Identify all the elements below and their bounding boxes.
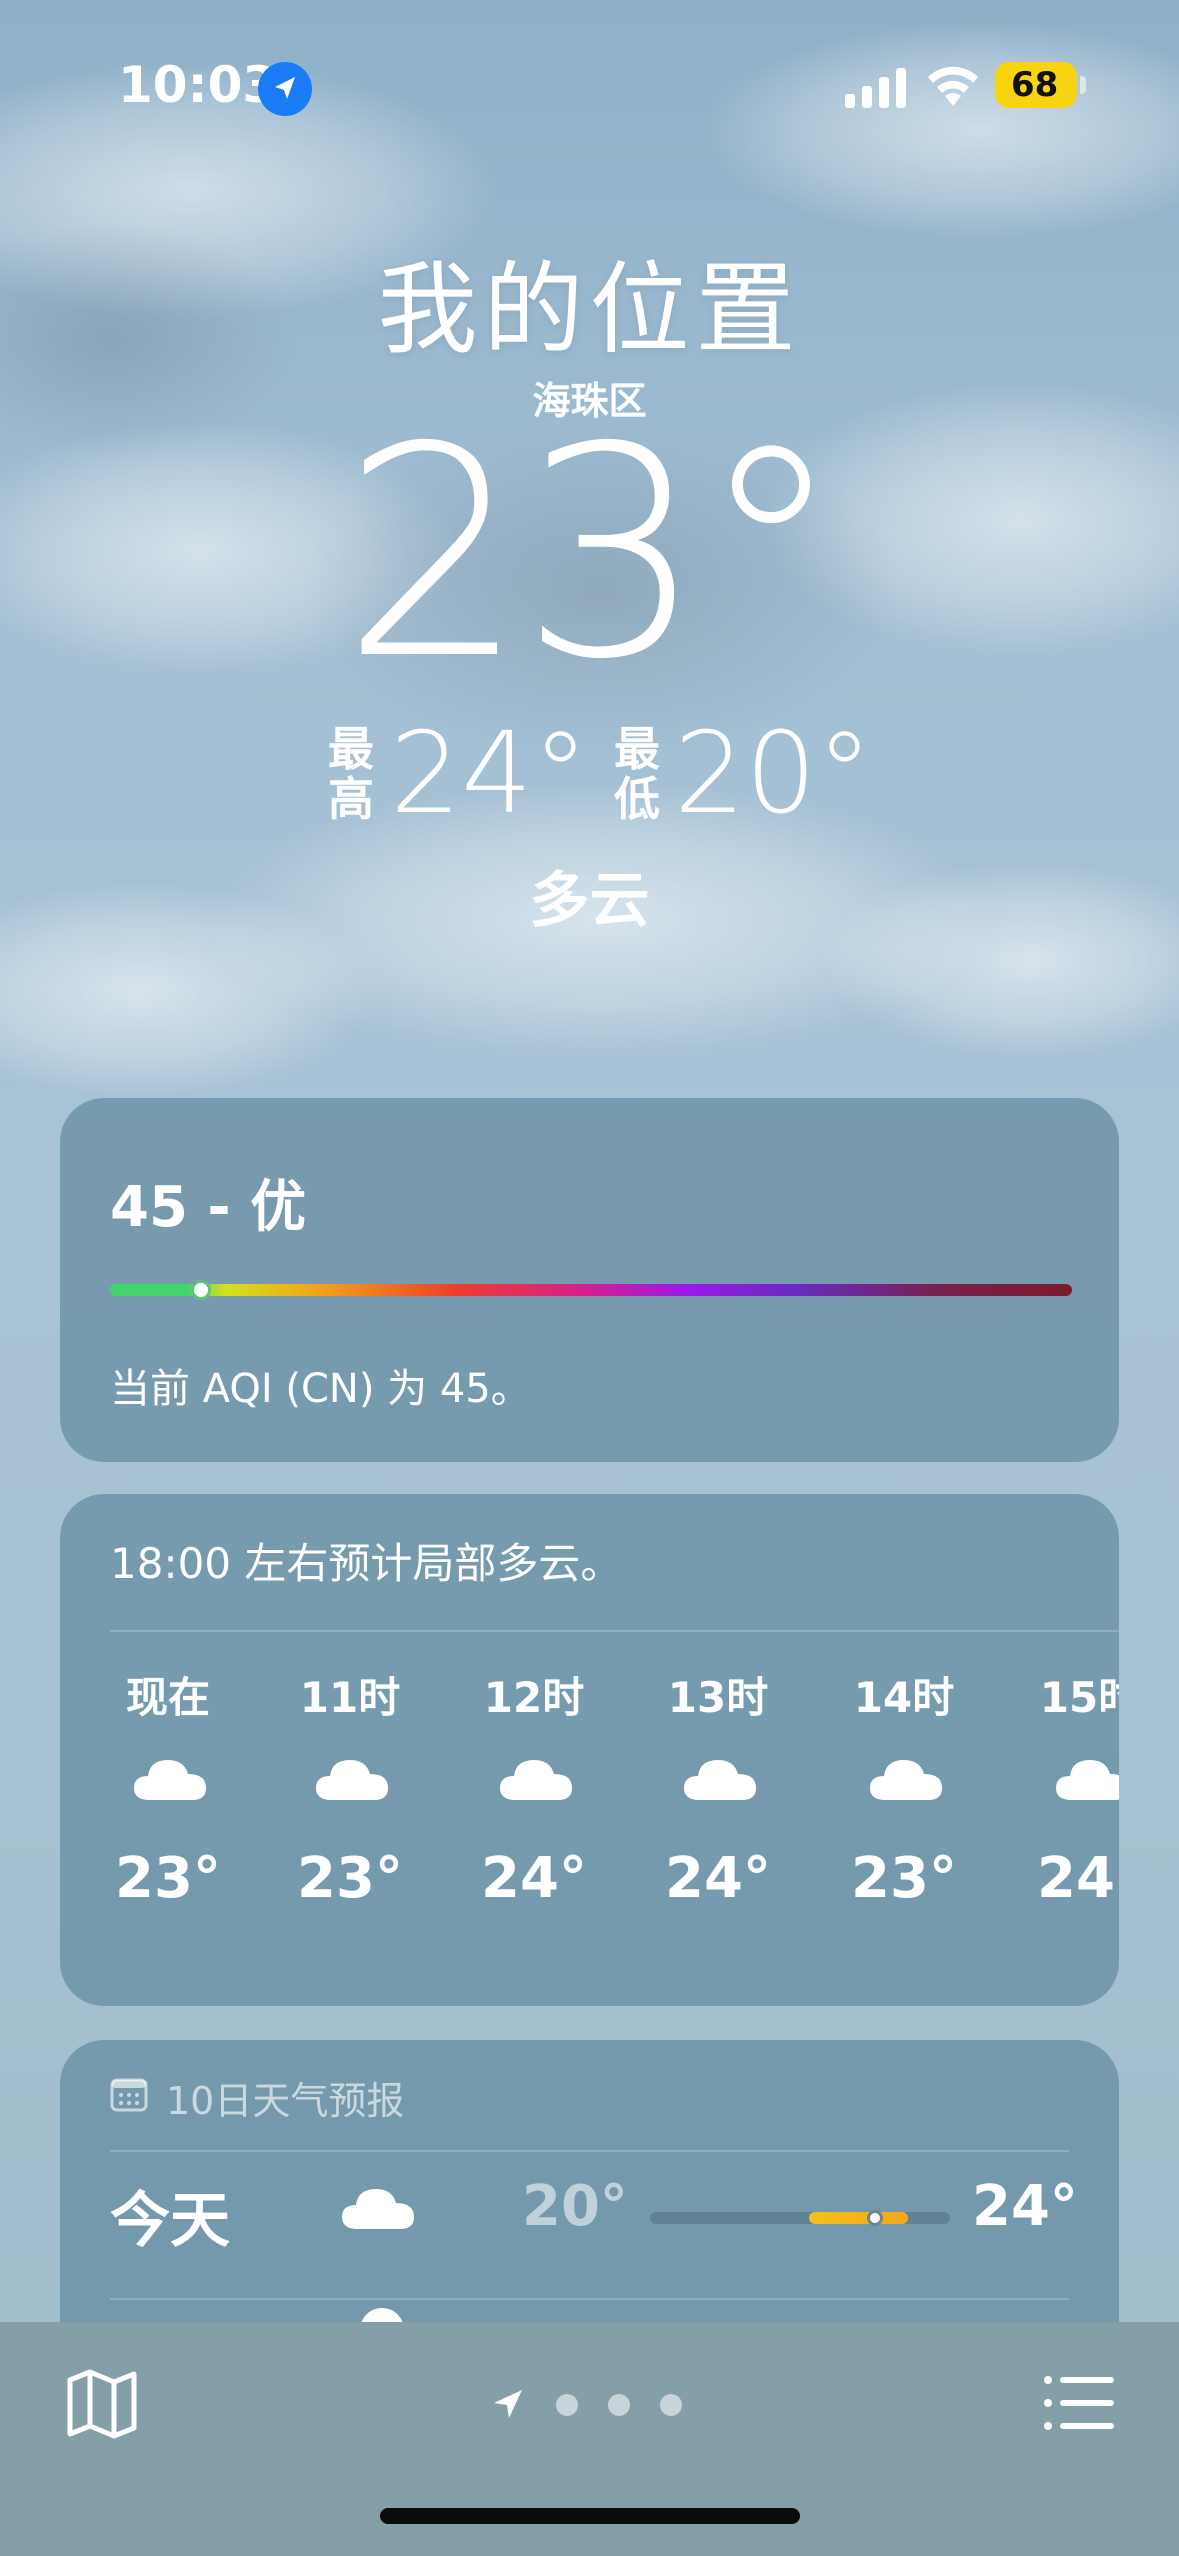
aqi-indicator: [191, 1280, 211, 1300]
current-temperature: 23°: [341, 386, 843, 723]
calendar-icon: [110, 2078, 148, 2112]
current-temperature-dot: [867, 2210, 883, 2226]
hour-label: 15时: [1039, 1673, 1119, 1722]
map-icon[interactable]: [60, 2362, 144, 2446]
cloud-icon: [684, 1760, 756, 1800]
cloud-icon: [342, 2189, 414, 2229]
hour-label: 12时: [483, 1673, 585, 1722]
hour-label: 14时: [853, 1673, 955, 1722]
forecast-day-row[interactable]: 今天 20° 24°: [110, 2150, 1078, 2278]
high-value: 24°: [390, 709, 589, 839]
temperature-range-fill: [809, 2212, 908, 2224]
home-indicator[interactable]: [380, 2508, 800, 2524]
hourly-forecast-card[interactable]: 18:00 左右预计局部多云。 现在 23° 11时 23° 12时 24° 1…: [60, 1494, 1119, 2006]
page-dot: [556, 2394, 578, 2416]
low-value: 20°: [674, 709, 873, 839]
temperature-range-bar: [650, 2210, 950, 2226]
day-high-temp: 24°: [972, 2174, 1078, 2239]
location-title: 我的位置: [377, 251, 802, 368]
aqi-value: 45 - 优: [110, 1175, 307, 1240]
battery-tip: [1080, 76, 1086, 94]
list-icon[interactable]: [1040, 2364, 1118, 2442]
page-dot: [608, 2394, 630, 2416]
air-quality-card[interactable]: 45 - 优 当前 AQI (CN) 为 45。: [60, 1098, 1119, 1462]
page-dot: [660, 2394, 682, 2416]
status-bar: 10:03 68: [0, 0, 1179, 175]
aqi-description: 当前 AQI (CN) 为 45。: [110, 1366, 531, 1412]
ten-day-forecast-card[interactable]: 10日天气预报 今天 20° 24°: [60, 2040, 1119, 2370]
weather-condition: 多云: [529, 866, 650, 936]
aqi-scale-bar: [110, 1280, 1072, 1300]
hour-temp: 24°: [481, 1846, 587, 1911]
cloud-icon: [870, 1760, 942, 1800]
location-arrow-icon: [494, 2390, 522, 2418]
cloud-icon: [1056, 1760, 1119, 1800]
cloud-icon: [500, 1760, 572, 1800]
hour-label: 现在: [125, 1673, 210, 1722]
hour-item[interactable]: 13时 24°: [648, 1664, 788, 1964]
hour-label: 11时: [299, 1673, 401, 1722]
day-label: 今天: [110, 2186, 230, 2256]
cloud-icon: [316, 1760, 388, 1800]
hour-temp: 23°: [851, 1846, 957, 1911]
hour-temp: 24°: [665, 1846, 771, 1911]
low-label: 最低: [614, 722, 660, 826]
day-low-temp: 20°: [522, 2174, 628, 2239]
hour-item[interactable]: 14时 23°: [834, 1664, 974, 1964]
wifi-icon: [925, 62, 981, 108]
battery-indicator: 68: [995, 62, 1077, 108]
high-low-temperatures: 最高 24° 最低 20°: [0, 718, 1179, 838]
cloud-icon: [134, 1760, 206, 1800]
page-indicator[interactable]: [490, 2382, 700, 2426]
hour-temp: 23°: [115, 1846, 221, 1911]
high-label: 最高: [328, 722, 374, 826]
divider: [110, 2298, 1069, 2300]
hour-item[interactable]: 15时 24°: [1020, 1664, 1119, 1964]
hour-item[interactable]: 11时 23°: [280, 1664, 420, 1964]
hour-temp: 23°: [297, 1846, 403, 1911]
location-services-icon: [258, 62, 312, 116]
cellular-signal-icon: [845, 66, 907, 108]
hour-label: 13时: [667, 1673, 769, 1722]
hourly-summary: 18:00 左右预计局部多云。: [110, 1539, 623, 1588]
hour-item[interactable]: 现在 23°: [98, 1664, 238, 1964]
hour-item[interactable]: 12时 24°: [464, 1664, 604, 1964]
divider: [110, 1630, 1119, 1632]
forecast-title: 10日天气预报: [166, 2079, 405, 2123]
status-time: 10:03: [118, 56, 278, 114]
hour-temp: 24°: [1037, 1846, 1119, 1911]
